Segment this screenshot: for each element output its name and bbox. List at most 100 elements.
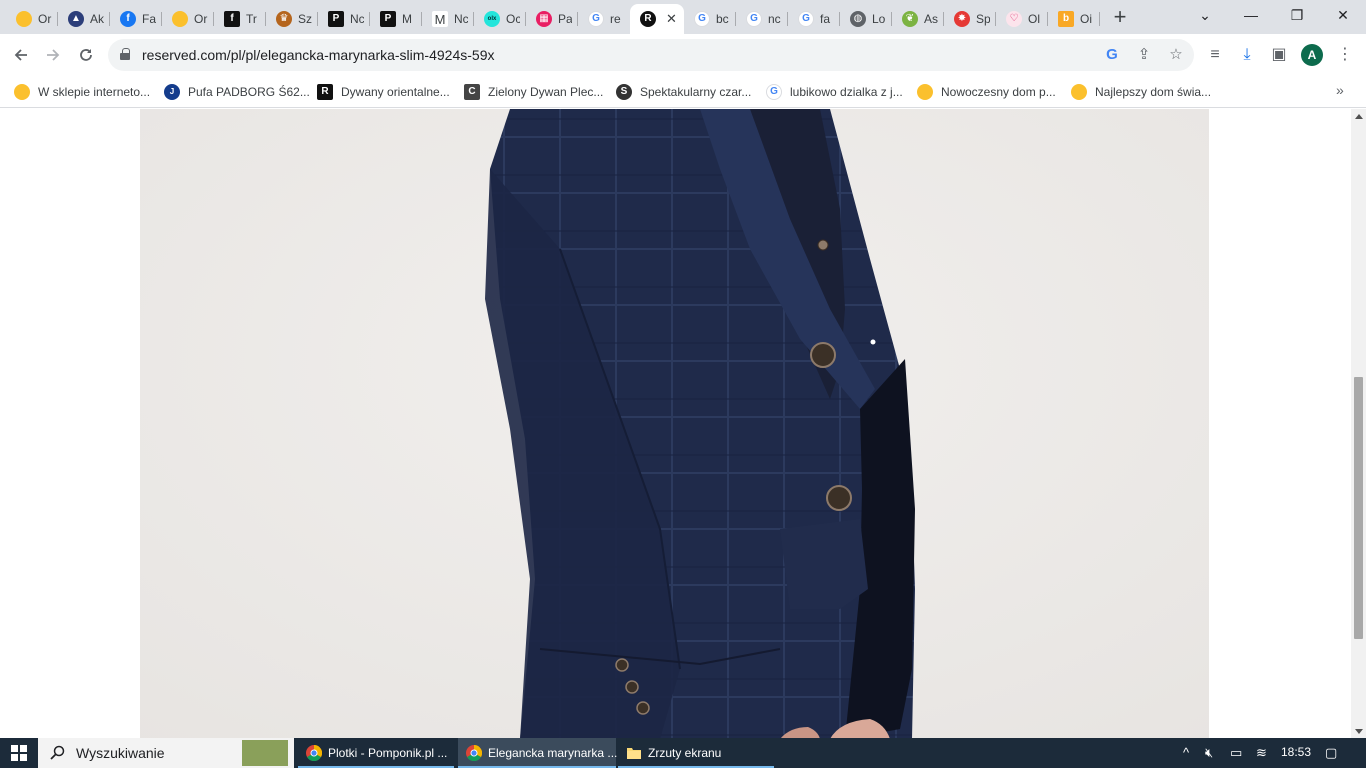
taskbar-app-label: Plotki - Pomponik.pl ... (328, 746, 448, 760)
close-window-button[interactable]: ✕ (1320, 0, 1366, 30)
tab[interactable]: f Tr (214, 4, 266, 34)
tab[interactable]: M Nc (422, 4, 474, 34)
tab-title: Oi (1080, 12, 1092, 26)
bookmark-item[interactable]: R Dywany orientalne... (317, 82, 450, 102)
reading-list-icon[interactable]: ≡ (1204, 44, 1226, 66)
tab[interactable]: ▦ Pa (526, 4, 578, 34)
tab[interactable]: PM (370, 4, 422, 34)
tab[interactable]: ♡ Ol (996, 4, 1048, 34)
bookmark-item[interactable]: Glubikowo dzialka z j... (766, 82, 903, 102)
taskbar-app-button[interactable]: Plotki - Pomponik.pl ... (298, 738, 454, 768)
chrome-icon (466, 744, 483, 762)
scrollbar-thumb[interactable] (1354, 377, 1363, 639)
bookmarks-bar: W sklepie interneto... J Pufa PADBORG Ś62.… (0, 76, 1366, 108)
bookmark-star-icon[interactable]: ☆ (1166, 45, 1186, 65)
tab-title: M (402, 12, 412, 26)
bookmark-item[interactable]: Nowoczesny dom p... (917, 82, 1056, 102)
tab-search-button[interactable]: ⌄ (1182, 0, 1228, 30)
mountain-icon: ▲ (68, 11, 84, 27)
tab[interactable]: olx Oc (474, 4, 526, 34)
tab-list: Or ▲ Ak f Fa Or f Tr ♛ Sz P Nc P M M Nc olx Oc ▦ Pa Gre R ✕ Gbc… (6, 4, 1100, 34)
taskbar-app-button[interactable]: Zrzuty ekranu (618, 738, 774, 768)
tab[interactable]: Gfa (788, 4, 840, 34)
tab-title: Or (38, 12, 52, 26)
globe-icon: ◍ (850, 11, 866, 27)
c-square-icon: C (464, 84, 480, 100)
bookmark-item[interactable]: W sklepie interneto... (14, 82, 150, 102)
restore-button[interactable]: ❐ (1274, 0, 1320, 30)
bookmark-item[interactable]: C Zielony Dywan Plec... (464, 82, 603, 102)
tab[interactable]: Gbc (684, 4, 736, 34)
bookmark-label: Spektakularny czar... (640, 85, 752, 99)
reload-button[interactable] (73, 42, 99, 68)
tab[interactable]: Gre (578, 4, 630, 34)
tab[interactable]: Gnc (736, 4, 788, 34)
page-viewport (0, 109, 1351, 739)
wifi-icon[interactable]: ≋ (1256, 745, 1267, 761)
page-scrollbar[interactable] (1351, 109, 1366, 739)
chrome-icon (306, 744, 323, 762)
folder-icon (626, 745, 642, 761)
tab[interactable]: b Oi (1048, 4, 1100, 34)
star-burst-icon: ✸ (954, 11, 970, 27)
back-button[interactable] (8, 42, 34, 68)
search-icon (50, 745, 65, 760)
tab-title: Sp (976, 12, 990, 26)
p-square-icon: P (328, 11, 344, 27)
close-tab-icon[interactable]: ✕ (666, 11, 677, 27)
tab-title: Nc (454, 12, 468, 26)
notification-icon[interactable]: ▢ (1325, 745, 1337, 761)
windows-logo-icon (11, 745, 27, 761)
leaf-icon: ❦ (902, 11, 918, 27)
m-letter-icon: M (432, 11, 448, 27)
tab[interactable]: ▲ Ak (58, 4, 110, 34)
bookmark-label: W sklepie interneto... (38, 85, 151, 99)
bookmark-item[interactable]: S Spektakularny czar... (616, 82, 751, 102)
google-icon: G (694, 11, 710, 27)
tab-title: re (610, 12, 621, 26)
scroll-up-icon[interactable] (1355, 114, 1363, 119)
yellow-circle-icon (172, 11, 188, 27)
profile-avatar[interactable]: A (1301, 44, 1323, 66)
tab[interactable]: Or (6, 4, 58, 34)
taskbar-app-button[interactable]: Elegancka marynarka ... (458, 738, 618, 768)
taskbar-search-box[interactable]: Wyszukiwanie (38, 738, 294, 768)
new-tab-button[interactable]: + (1108, 6, 1132, 30)
share-icon[interactable]: ⇪ (1134, 45, 1154, 65)
tab[interactable]: ✸ Sp (944, 4, 996, 34)
yellow-circle-icon (16, 11, 32, 27)
taskbar-app-label: Elegancka marynarka ... (488, 746, 618, 760)
chevron-up-icon[interactable]: ^ (1183, 745, 1189, 760)
tab[interactable]: P Nc (318, 4, 370, 34)
side-panel-icon[interactable]: ▣ (1268, 44, 1290, 66)
tab[interactable]: R ✕ (630, 4, 684, 34)
tab[interactable]: Or (162, 4, 214, 34)
r-square-icon: R (317, 84, 333, 100)
tab[interactable]: ❦ As (892, 4, 944, 34)
bookmark-item[interactable]: Najlepszy dom świa... (1071, 82, 1211, 102)
start-button[interactable] (0, 738, 38, 768)
speaker-muted-icon[interactable]: 🔇︎ (1205, 745, 1213, 761)
url-text[interactable]: reserved.com/pl/pl/elegancka-marynarka-s… (142, 47, 494, 63)
tab[interactable]: f Fa (110, 4, 162, 34)
download-icon[interactable]: ⤓ (1236, 44, 1258, 66)
arrow-left-icon (14, 49, 27, 61)
address-bar[interactable]: reserved.com/pl/pl/elegancka-marynarka-s… (108, 39, 1194, 71)
tab[interactable]: ◍ Lo (840, 4, 892, 34)
bookmark-item[interactable]: J Pufa PADBORG Ś62... (164, 82, 310, 102)
product-image[interactable] (140, 109, 1209, 739)
tab-title: bc (716, 12, 729, 26)
tab[interactable]: ♛ Sz (266, 4, 318, 34)
battery-icon[interactable]: ▭ (1230, 745, 1242, 761)
minimize-button[interactable]: — (1228, 0, 1274, 30)
tab-title: As (924, 12, 938, 26)
clock[interactable]: 18:53 (1281, 745, 1311, 759)
forward-button[interactable] (40, 42, 66, 68)
scroll-down-icon[interactable] (1355, 729, 1363, 734)
google-icon: G (798, 11, 814, 27)
google-icon: G (746, 11, 762, 27)
google-lens-icon[interactable]: G (1102, 45, 1122, 65)
tab-strip: Or ▲ Ak f Fa Or f Tr ♛ Sz P Nc P M M Nc olx Oc ▦ Pa Gre R ✕ Gbc… (0, 0, 1366, 34)
menu-kebab-icon[interactable]: ⋮ (1334, 44, 1356, 66)
chevron-double-right-icon[interactable]: » (1336, 82, 1344, 98)
